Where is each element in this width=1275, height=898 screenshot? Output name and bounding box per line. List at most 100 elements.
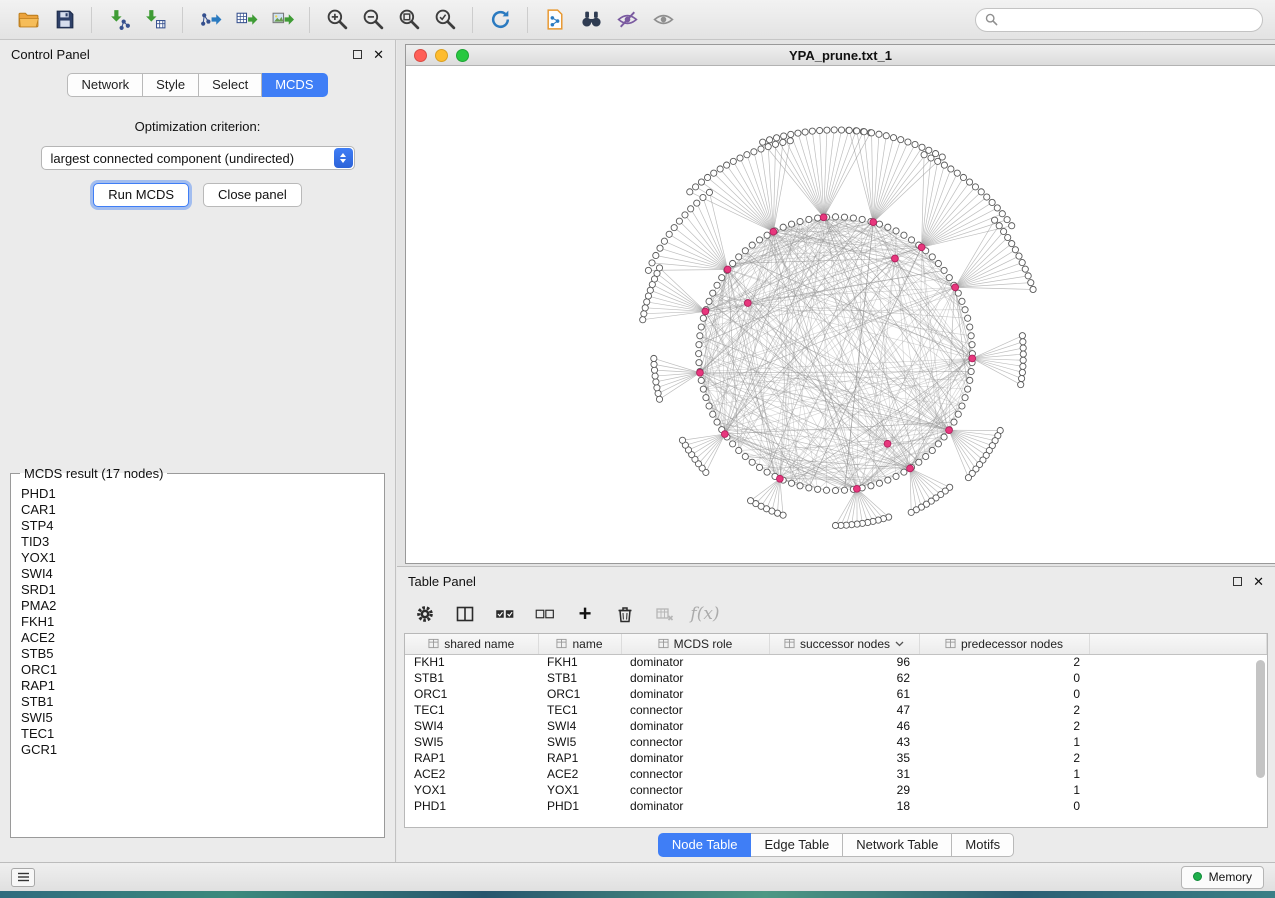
hide-details-button[interactable] xyxy=(611,4,643,36)
cell-MCDS-role[interactable]: dominator xyxy=(621,750,769,766)
network-canvas[interactable] xyxy=(406,66,1275,563)
cell-shared-name[interactable]: ACE2 xyxy=(405,766,538,782)
cell-predecessor-nodes[interactable]: 2 xyxy=(919,718,1089,734)
mcds-result-item[interactable]: ACE2 xyxy=(21,630,374,646)
tab-mcds[interactable]: MCDS xyxy=(262,73,327,97)
cell-successor-nodes[interactable]: 96 xyxy=(769,654,919,670)
show-columns-button[interactable] xyxy=(453,602,477,626)
cell-successor-nodes[interactable]: 29 xyxy=(769,782,919,798)
cell-MCDS-role[interactable]: connector xyxy=(621,782,769,798)
network-graph[interactable] xyxy=(406,66,1275,563)
zoom-fit-button[interactable] xyxy=(393,4,425,36)
import-table-button[interactable] xyxy=(139,4,171,36)
cell-name[interactable]: STB1 xyxy=(538,670,621,686)
mcds-result-item[interactable]: STB1 xyxy=(21,694,374,710)
cell-predecessor-nodes[interactable]: 2 xyxy=(919,702,1089,718)
cell-predecessor-nodes[interactable]: 0 xyxy=(919,670,1089,686)
cell-MCDS-role[interactable]: connector xyxy=(621,702,769,718)
window-close-icon[interactable] xyxy=(414,49,427,62)
export-table-button[interactable] xyxy=(230,4,262,36)
table-row[interactable]: STB1STB1dominator620 xyxy=(405,670,1267,686)
window-minimize-icon[interactable] xyxy=(435,49,448,62)
close-panel-button[interactable]: Close panel xyxy=(203,183,302,207)
share-network-button[interactable] xyxy=(539,4,571,36)
tab-network-table[interactable]: Network Table xyxy=(843,833,952,857)
column-header-predecessor-nodes[interactable]: predecessor nodes xyxy=(919,634,1089,654)
cell-successor-nodes[interactable]: 47 xyxy=(769,702,919,718)
cell-predecessor-nodes[interactable]: 2 xyxy=(919,654,1089,670)
cell-shared-name[interactable]: STB1 xyxy=(405,670,538,686)
import-network-button[interactable] xyxy=(103,4,135,36)
cell-shared-name[interactable]: RAP1 xyxy=(405,750,538,766)
cell-name[interactable]: SWI4 xyxy=(538,718,621,734)
cell-predecessor-nodes[interactable]: 1 xyxy=(919,734,1089,750)
mcds-result-item[interactable]: SRD1 xyxy=(21,582,374,598)
mcds-result-item[interactable]: SWI5 xyxy=(21,710,374,726)
tab-network[interactable]: Network xyxy=(67,73,143,97)
cell-name[interactable]: SWI5 xyxy=(538,734,621,750)
memory-button[interactable]: Memory xyxy=(1181,866,1264,889)
cell-successor-nodes[interactable]: 43 xyxy=(769,734,919,750)
deselect-all-button[interactable] xyxy=(533,602,557,626)
export-network-button[interactable] xyxy=(194,4,226,36)
table-scrollbar[interactable] xyxy=(1255,658,1265,821)
cell-predecessor-nodes[interactable]: 0 xyxy=(919,686,1089,702)
table-row[interactable]: ACE2ACE2connector311 xyxy=(405,766,1267,782)
cell-shared-name[interactable]: SWI4 xyxy=(405,718,538,734)
cell-MCDS-role[interactable]: dominator xyxy=(621,686,769,702)
zoom-in-button[interactable] xyxy=(321,4,353,36)
cell-shared-name[interactable]: FKH1 xyxy=(405,654,538,670)
column-header-shared-name[interactable]: shared name xyxy=(405,634,538,654)
cell-name[interactable]: FKH1 xyxy=(538,654,621,670)
mcds-result-item[interactable]: PMA2 xyxy=(21,598,374,614)
tab-edge-table[interactable]: Edge Table xyxy=(751,833,843,857)
cell-MCDS-role[interactable]: connector xyxy=(621,734,769,750)
table-row[interactable]: SWI5SWI5connector431 xyxy=(405,734,1267,750)
table-row[interactable]: YOX1YOX1connector291 xyxy=(405,782,1267,798)
delete-column-button[interactable] xyxy=(613,602,637,626)
close-table-panel-icon[interactable]: ✕ xyxy=(1253,575,1264,588)
window-maximize-icon[interactable] xyxy=(456,49,469,62)
tab-motifs[interactable]: Motifs xyxy=(952,833,1014,857)
table-row[interactable]: RAP1RAP1dominator352 xyxy=(405,750,1267,766)
float-table-panel-icon[interactable] xyxy=(1233,577,1242,586)
cell-name[interactable]: YOX1 xyxy=(538,782,621,798)
tab-style[interactable]: Style xyxy=(143,73,199,97)
cell-name[interactable]: ORC1 xyxy=(538,686,621,702)
close-panel-icon[interactable]: ✕ xyxy=(373,48,384,61)
cell-shared-name[interactable]: TEC1 xyxy=(405,702,538,718)
mcds-result-item[interactable]: ORC1 xyxy=(21,662,374,678)
table-row[interactable]: PHD1PHD1dominator180 xyxy=(405,798,1267,814)
mcds-result-item[interactable]: GCR1 xyxy=(21,742,374,758)
network-window-titlebar[interactable]: YPA_prune.txt_1 xyxy=(406,45,1275,66)
table-row[interactable]: FKH1FKH1dominator962 xyxy=(405,654,1267,670)
save-session-button[interactable] xyxy=(48,4,80,36)
cell-name[interactable]: RAP1 xyxy=(538,750,621,766)
mcds-result-item[interactable]: TEC1 xyxy=(21,726,374,742)
column-header-successor-nodes[interactable]: successor nodes xyxy=(769,634,919,654)
cell-name[interactable]: ACE2 xyxy=(538,766,621,782)
cell-name[interactable]: PHD1 xyxy=(538,798,621,814)
scrollbar-thumb[interactable] xyxy=(1256,660,1265,778)
mcds-result-item[interactable]: CAR1 xyxy=(21,502,374,518)
open-session-button[interactable] xyxy=(12,4,44,36)
mcds-result-item[interactable]: RAP1 xyxy=(21,678,374,694)
refresh-view-button[interactable] xyxy=(484,4,516,36)
cell-successor-nodes[interactable]: 18 xyxy=(769,798,919,814)
column-header-MCDS-role[interactable]: MCDS role xyxy=(621,634,769,654)
tab-node-table[interactable]: Node Table xyxy=(658,833,752,857)
cell-successor-nodes[interactable]: 31 xyxy=(769,766,919,782)
tab-select[interactable]: Select xyxy=(199,73,262,97)
cell-name[interactable]: TEC1 xyxy=(538,702,621,718)
zoom-out-button[interactable] xyxy=(357,4,389,36)
cell-successor-nodes[interactable]: 61 xyxy=(769,686,919,702)
cell-successor-nodes[interactable]: 62 xyxy=(769,670,919,686)
export-image-button[interactable] xyxy=(266,4,298,36)
cell-predecessor-nodes[interactable]: 0 xyxy=(919,798,1089,814)
mcds-result-item[interactable]: PHD1 xyxy=(21,486,374,502)
network-search-field[interactable] xyxy=(975,8,1263,32)
cell-shared-name[interactable]: PHD1 xyxy=(405,798,538,814)
table-settings-button[interactable] xyxy=(413,602,437,626)
float-panel-icon[interactable] xyxy=(353,50,362,59)
table-row[interactable]: SWI4SWI4dominator462 xyxy=(405,718,1267,734)
